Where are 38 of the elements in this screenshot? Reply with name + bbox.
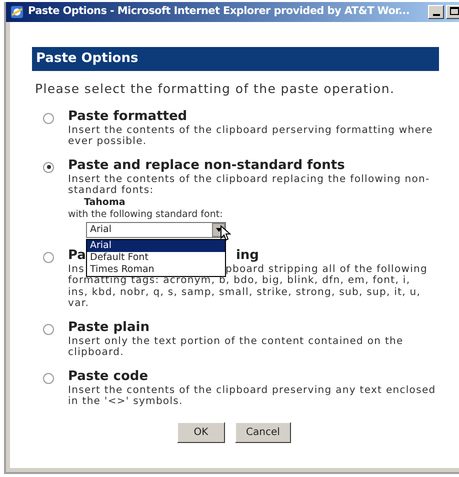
option-title: Paste plain (68, 320, 150, 336)
dropdown-option[interactable]: Arial (87, 240, 225, 252)
radio-button[interactable] (43, 112, 54, 124)
dropdown-option[interactable]: Default Font (87, 252, 225, 264)
description-text: clipboard. (68, 347, 124, 359)
description-text: Insert the contents of the clipboard replacing the following non- (68, 174, 430, 185)
radio-button[interactable] (43, 324, 54, 335)
window-title: Paste Options - Microsoft Internet Explorer provided by AT&T Wor... (28, 4, 410, 20)
dialog-button[interactable]: OK (177, 422, 225, 443)
font-select[interactable]: Arial (86, 222, 226, 238)
description-text: Ins (68, 264, 84, 275)
option-title: Pa (68, 248, 86, 264)
option-title: Paste formatted (68, 108, 188, 125)
radio-button[interactable] (43, 372, 54, 384)
maximize-button[interactable] (446, 5, 459, 19)
font-name: Tahoma (84, 196, 126, 209)
select-value: Arial (89, 222, 113, 237)
description-text: Insert the contents of the clipboard perserving formatting where (68, 124, 433, 136)
dialog-button[interactable]: Cancel (235, 422, 291, 443)
description-text: var. (68, 298, 90, 310)
description-text: ever possible. (68, 136, 147, 148)
browser-icon (10, 5, 24, 19)
option-title: ing (236, 248, 259, 264)
description-text: standard fonts: (68, 185, 154, 197)
radio-button[interactable] (43, 162, 54, 173)
option-title: Paste and replace non-standard fonts (68, 158, 345, 174)
description-text: ins, kbd, nobr, q, s, samp, small, strike, strong, sub, sup, it, u, (68, 286, 421, 298)
description-text: with the following standard font: (68, 208, 224, 221)
description-text: Insert only the text portion of the content contained on the (68, 336, 404, 347)
option-title: Paste code (68, 368, 148, 385)
dialog-header: Paste Options (32, 47, 439, 71)
dropdown-option[interactable]: Times Roman (87, 264, 225, 276)
minimize-button[interactable] (428, 5, 444, 19)
description-text: in the '<>' symbols. (68, 396, 183, 408)
radio-button[interactable] (43, 252, 54, 263)
description-text: pboard stripping all of the following (225, 264, 428, 275)
instruction-text: Please select the formatting of the paste operation. (35, 80, 396, 98)
description-text: Insert the contents of the clipboard preserving any text enclosed (68, 384, 436, 396)
